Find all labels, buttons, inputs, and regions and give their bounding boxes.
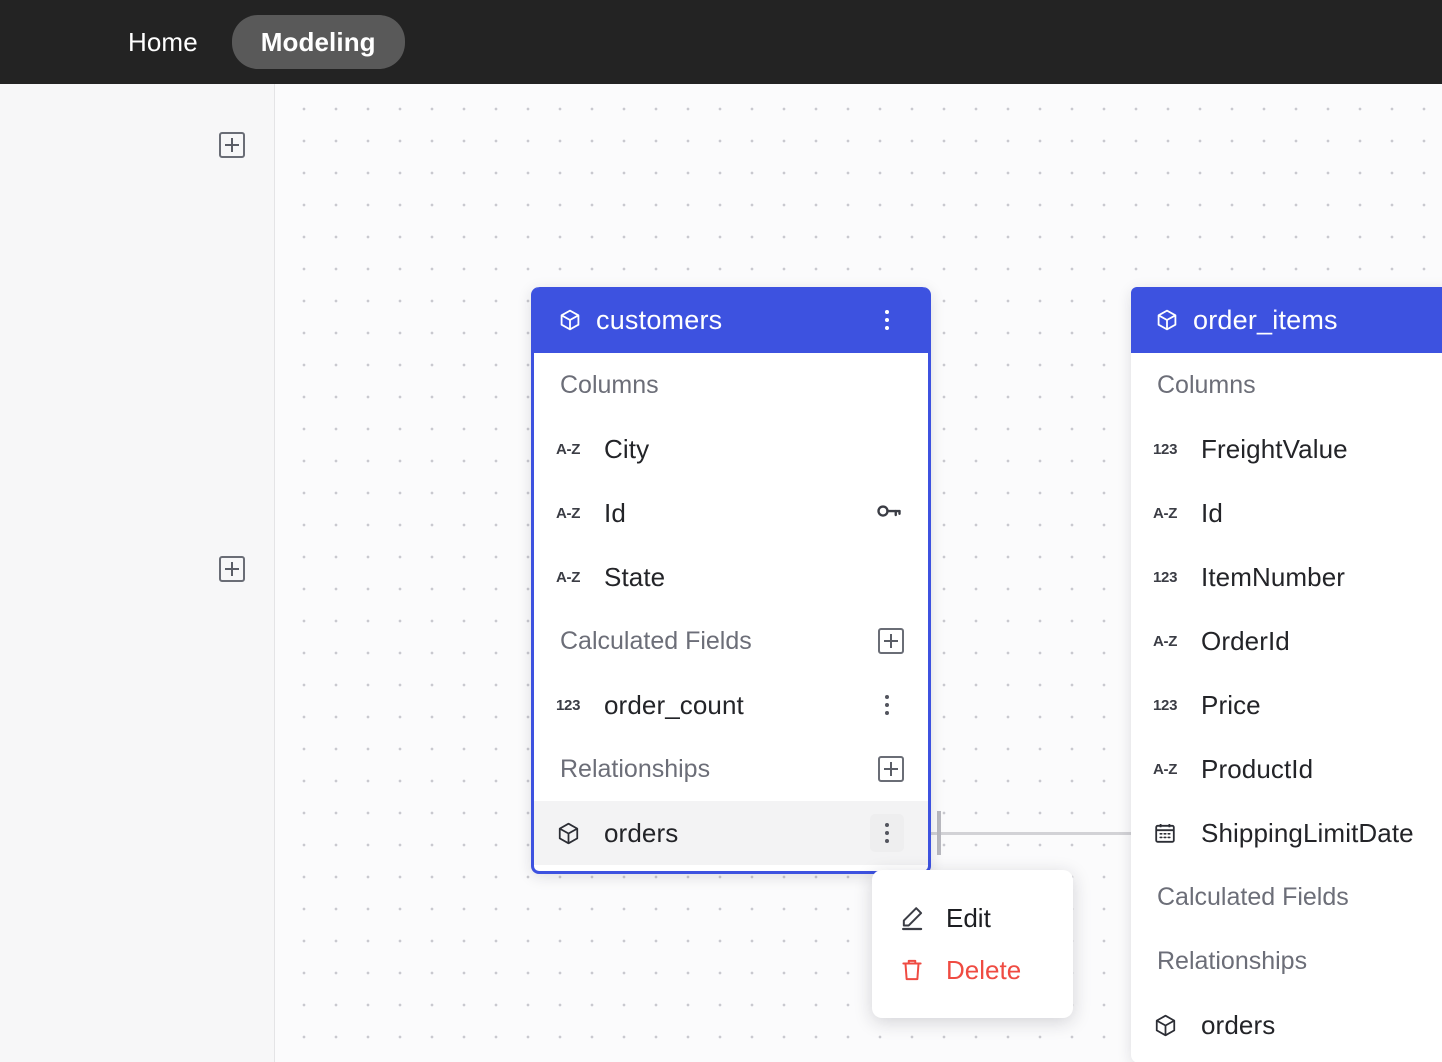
model-canvas[interactable]: customers Columns A-Z City A-Z Id A-Z St… [275,84,1442,1062]
context-menu-label: Edit [946,902,991,933]
column-name: Id [1201,497,1223,528]
column-row-price[interactable]: 123 Price [1131,673,1442,737]
calendar-icon [1153,821,1189,845]
table-card-order-items[interactable]: order_items Columns 123 FreightValue A-Z [1131,287,1442,1062]
section-label-relationships: Relationships [1157,946,1308,975]
table-card-menu-icon[interactable] [870,301,904,339]
context-menu-label: Delete [946,954,1022,985]
text-type-icon: A-Z [556,568,581,586]
table-card-body-order-items: Columns 123 FreightValue A-Z Id 123 Item… [1131,353,1442,1062]
nav-item-home[interactable]: Home [104,15,222,69]
sidebar-add-button-bottom[interactable] [219,556,245,582]
sidebar-add-button-top[interactable] [219,132,245,158]
table-card-header-customers[interactable]: customers [534,287,928,353]
section-label-columns: Columns [560,370,659,399]
calculated-field-menu-icon[interactable] [870,686,904,724]
number-type-icon: 123 [1153,568,1178,586]
relationship-name: orders [604,817,679,848]
text-type-icon: A-Z [1153,632,1178,650]
relationship-row-orders[interactable]: orders [1131,993,1442,1057]
nav-item-modeling[interactable]: Modeling [231,15,405,69]
table-card-title: order_items [1193,304,1338,335]
relationship-menu-icon[interactable] [870,814,904,852]
text-type-icon: A-Z [556,504,581,522]
section-label-relationships: Relationships [534,737,928,801]
column-row-id[interactable]: A-Z Id [1131,481,1442,545]
column-name: ProductId [1201,753,1314,784]
relationship-connector-endpoint [937,811,941,855]
table-card-customers[interactable]: customers Columns A-Z City A-Z Id A-Z St… [531,287,931,874]
column-name: ShippingLimitDate [1201,817,1414,848]
section-label-columns: Columns [1157,370,1256,399]
number-type-icon: 123 [556,696,581,714]
column-name: ItemNumber [1201,561,1346,592]
section-label-calculated-fields: Calculated Fields [1157,882,1349,911]
column-row-itemnumber[interactable]: 123 ItemNumber [1131,545,1442,609]
column-row-shippinglimitdate[interactable]: ShippingLimitDate [1131,801,1442,865]
calculated-field-name: order_count [604,689,744,720]
column-name: Id [604,497,626,528]
table-card-body-customers: Columns A-Z City A-Z Id A-Z State Calcul… [534,353,928,871]
context-menu: Edit Delete [872,870,1073,1018]
top-navigation-bar: Home Modeling [0,0,1442,84]
table-card-header-order-items[interactable]: order_items [1131,287,1442,353]
column-name: OrderId [1201,625,1290,656]
column-row-state[interactable]: A-Z State [534,545,928,609]
key-icon [874,496,904,531]
trash-icon [898,956,934,984]
context-menu-item-delete[interactable]: Delete [872,944,1073,996]
section-label-calculated-fields: Calculated Fields [534,609,928,673]
column-row-orderid[interactable]: A-Z OrderId [1131,609,1442,673]
column-row-id[interactable]: A-Z Id [534,481,928,545]
text-type-icon: A-Z [1153,760,1178,778]
cube-icon [1155,308,1179,332]
cube-icon [1153,1013,1189,1038]
cube-icon [558,308,582,332]
number-type-icon: 123 [1153,696,1178,714]
relationship-row-orders[interactable]: orders [534,801,928,865]
calculated-field-row-order-count[interactable]: 123 order_count [534,673,928,737]
column-name: FreightValue [1201,433,1348,464]
relationship-name: orders [1201,1009,1276,1040]
left-sidebar [0,84,275,1062]
column-row-productid[interactable]: A-Z ProductId [1131,737,1442,801]
column-name: City [604,433,650,464]
add-calculated-field-icon[interactable] [878,628,904,654]
relationship-connector-line [929,832,1131,835]
pencil-icon [898,904,934,932]
column-row-city[interactable]: A-Z City [534,417,928,481]
add-relationship-icon[interactable] [878,756,904,782]
modeling-canvas-app: Home Modeling customers Columns A-Z City… [0,0,1442,1062]
text-type-icon: A-Z [556,440,581,458]
column-name: State [604,561,666,592]
column-row-freightvalue[interactable]: 123 FreightValue [1131,417,1442,481]
text-type-icon: A-Z [1153,504,1178,522]
context-menu-item-edit[interactable]: Edit [872,892,1073,944]
number-type-icon: 123 [1153,440,1178,458]
cube-icon [556,821,592,846]
column-name: Price [1201,689,1261,720]
table-card-title: customers [596,304,723,335]
